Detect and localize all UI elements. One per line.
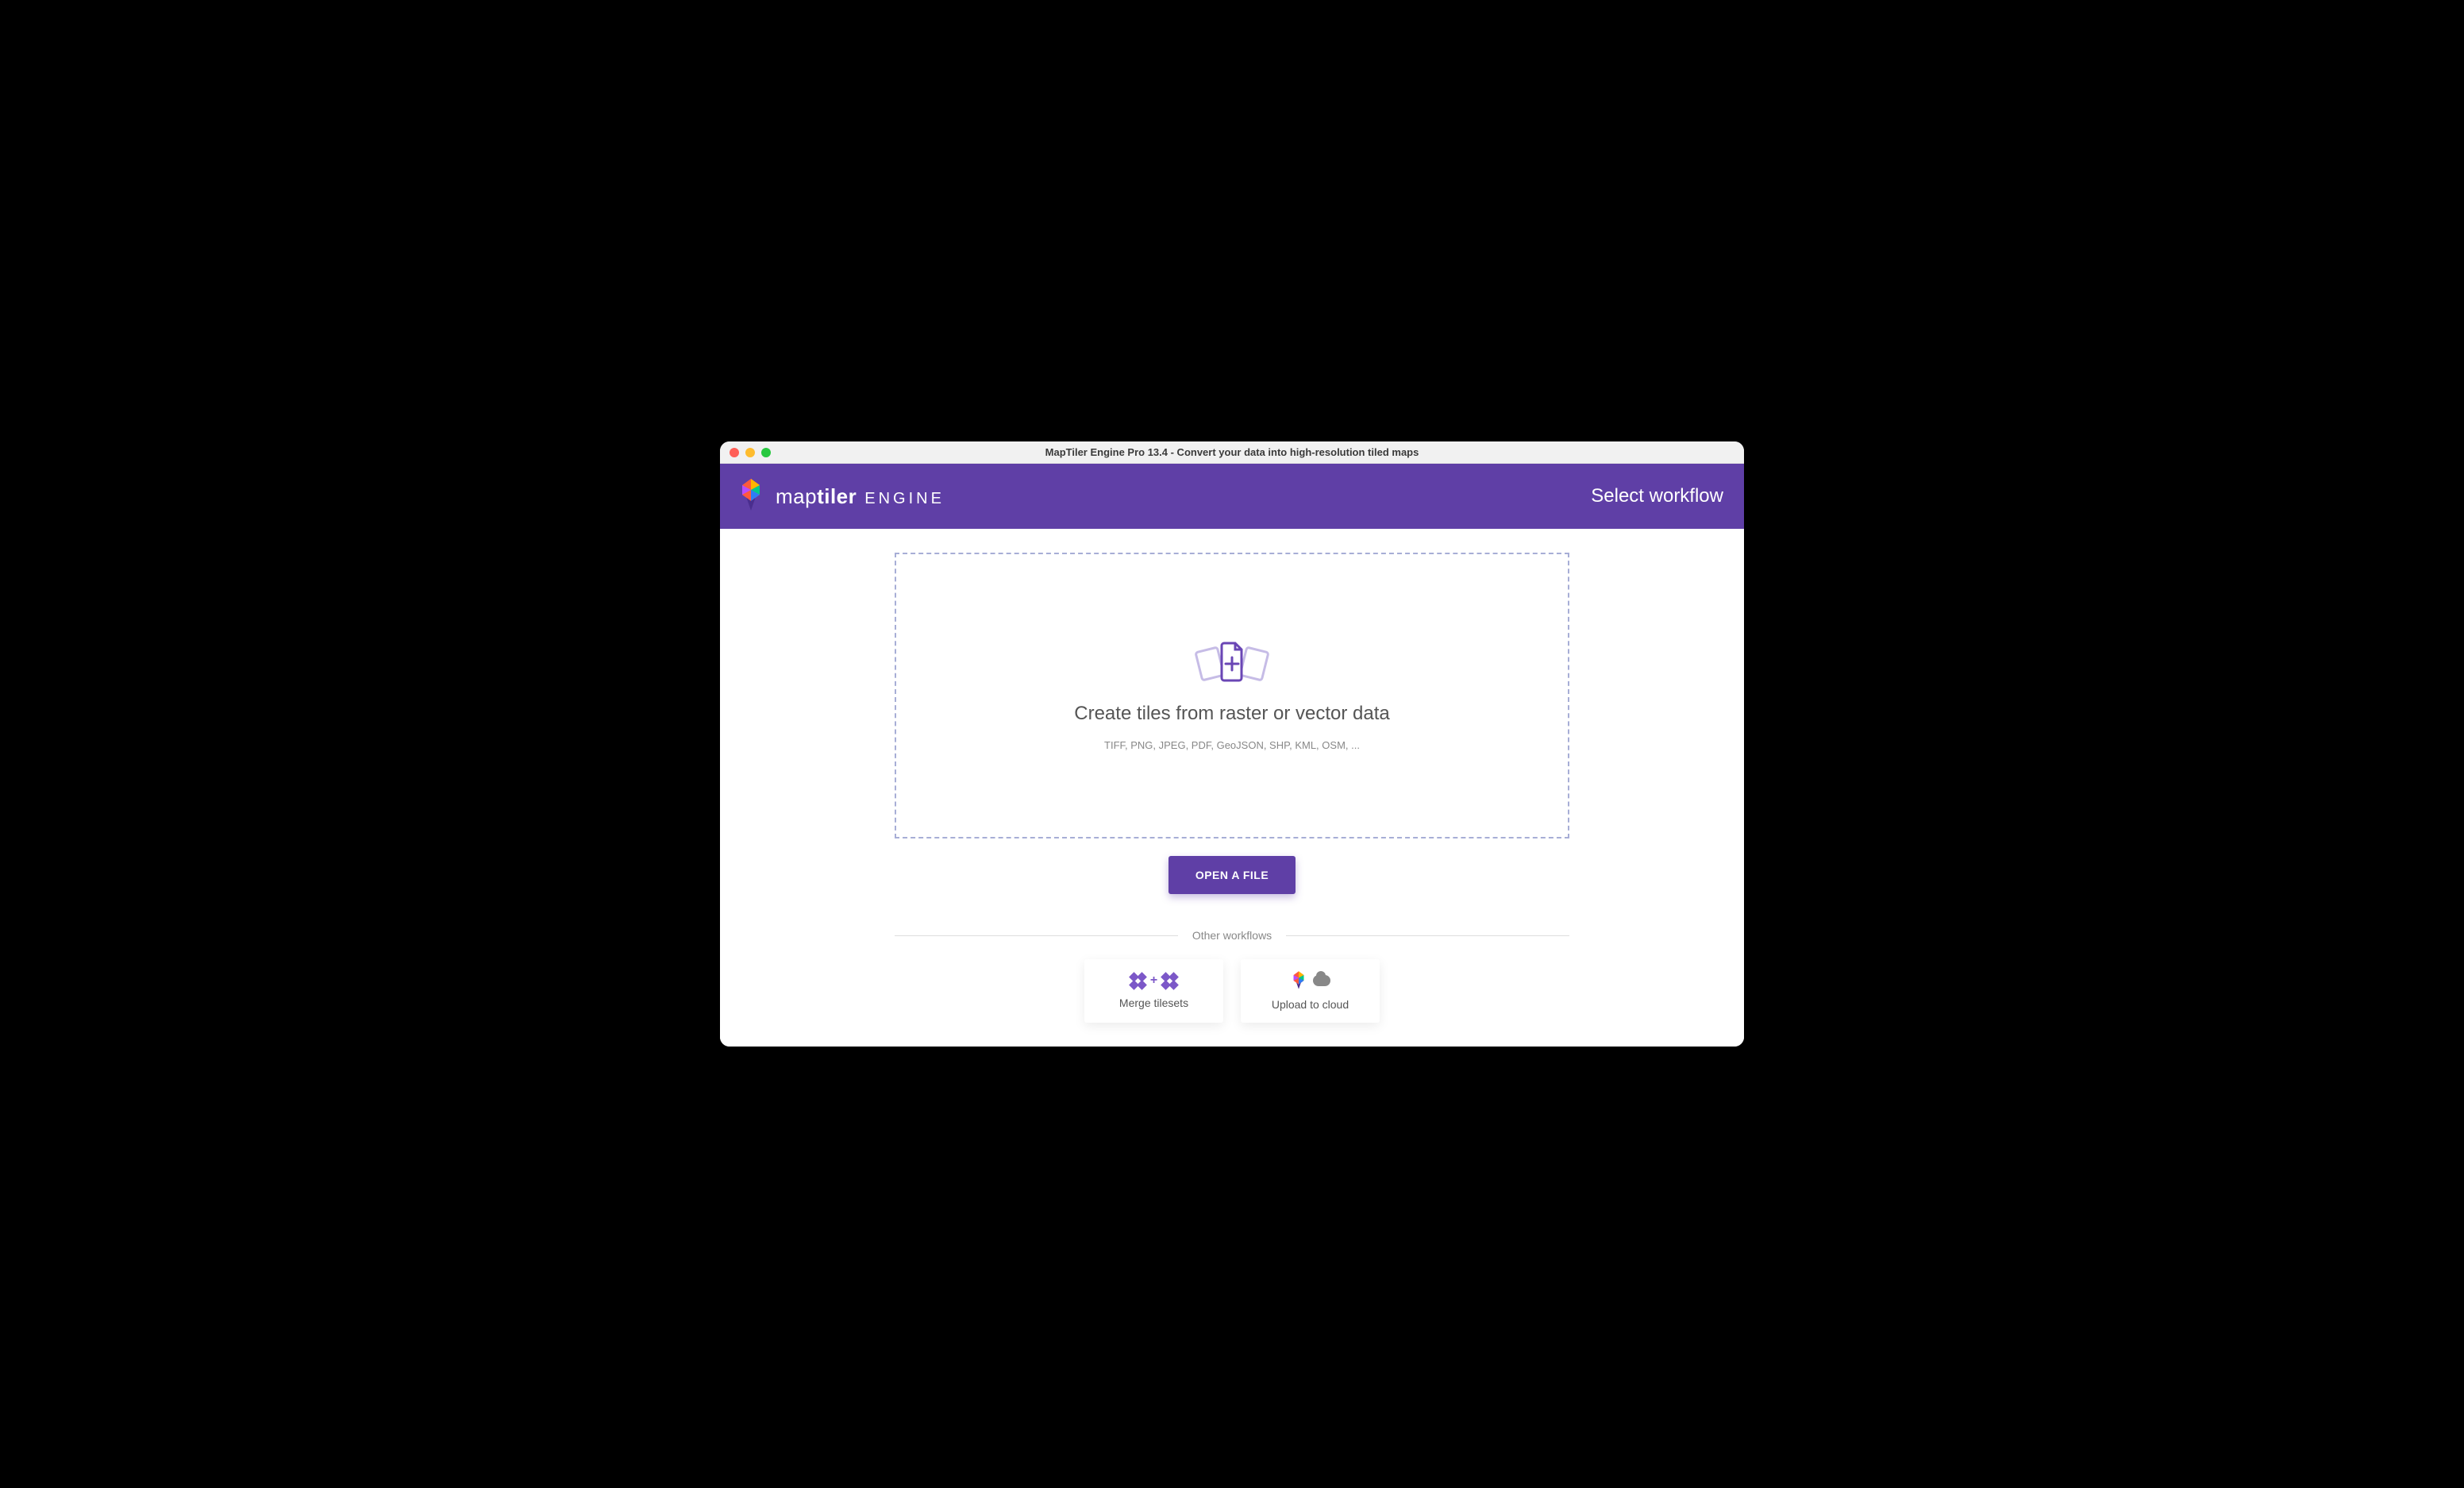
upload-to-cloud-icon [1291,971,1330,990]
plus-icon: + [1150,973,1157,988]
maximize-window-icon[interactable] [761,448,771,457]
add-files-icon [1194,640,1270,688]
workflow-cards: + Merge tilesets [1084,959,1380,1023]
open-file-button[interactable]: OPEN A FILE [1168,856,1296,894]
cloud-icon [1313,975,1330,986]
brand: maptiler ENGINE [737,479,945,515]
dropzone-subtitle: TIFF, PNG, JPEG, PDF, GeoJSON, SHP, KML,… [1104,739,1360,751]
titlebar: MapTiler Engine Pro 13.4 - Convert your … [720,441,1744,464]
merge-tilesets-label: Merge tilesets [1119,996,1188,1009]
brand-text: maptiler ENGINE [776,484,945,509]
merge-tilesets-card[interactable]: + Merge tilesets [1084,959,1223,1023]
page-title: Select workflow [1591,485,1723,507]
other-workflows-label: Other workflows [1178,929,1286,942]
close-window-icon[interactable] [730,448,739,457]
brand-product: ENGINE [864,490,945,508]
maptiler-logo-icon [737,479,764,515]
other-workflows-divider: Other workflows [895,929,1569,942]
merge-tilesets-icon: + [1130,973,1177,989]
maptiler-mark-icon [1291,971,1307,990]
upload-to-cloud-card[interactable]: Upload to cloud [1241,959,1380,1023]
file-dropzone[interactable]: Create tiles from raster or vector data … [895,553,1569,838]
app-window: MapTiler Engine Pro 13.4 - Convert your … [720,441,1744,1047]
minimize-window-icon[interactable] [745,448,755,457]
window-title: MapTiler Engine Pro 13.4 - Convert your … [1045,446,1419,458]
upload-to-cloud-label: Upload to cloud [1272,998,1349,1011]
app-header: maptiler ENGINE Select workflow [720,464,1744,529]
brand-name: maptiler [776,484,857,509]
dropzone-title: Create tiles from raster or vector data [1074,703,1389,725]
main-content: Create tiles from raster or vector data … [720,529,1744,1047]
window-controls [720,448,771,457]
